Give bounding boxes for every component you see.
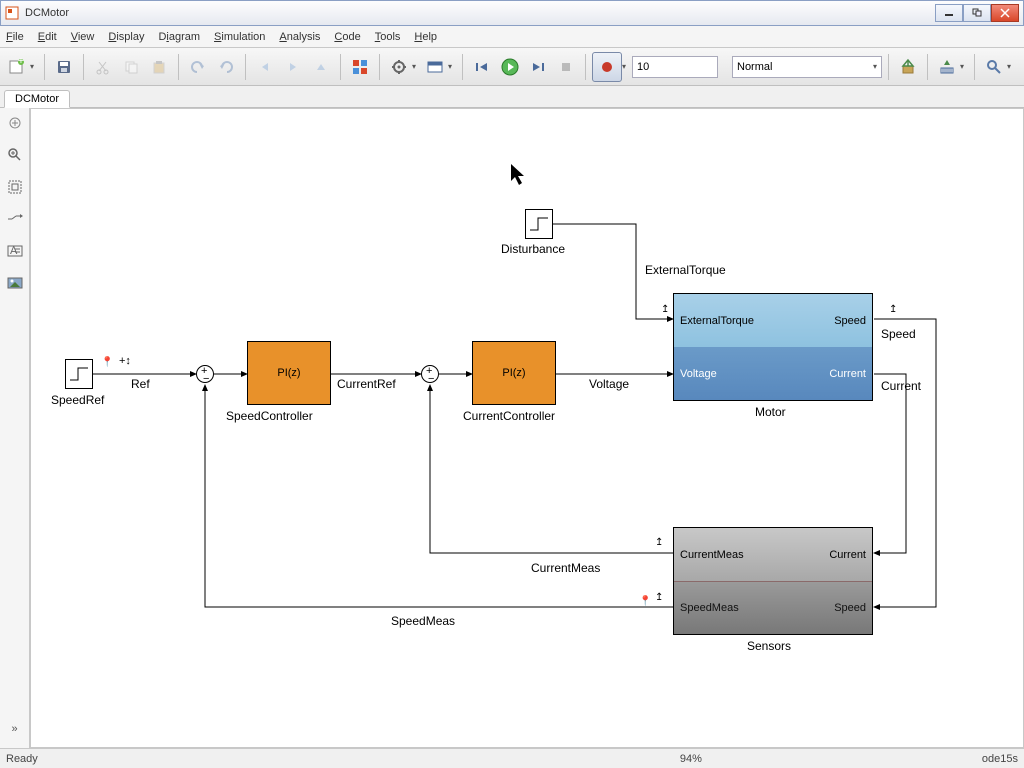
fit-to-view-icon[interactable] [5, 178, 25, 196]
svg-text:+: + [18, 58, 24, 67]
block-motor[interactable]: ExternalTorqueSpeed VoltageCurrent [673, 293, 873, 401]
label-motor: Motor [755, 405, 786, 419]
library-browser-button[interactable] [347, 54, 373, 80]
build-button[interactable] [895, 54, 921, 80]
menu-diagram[interactable]: Diagram [158, 31, 200, 43]
image-icon[interactable] [5, 274, 25, 292]
copy-button[interactable] [118, 54, 144, 80]
new-model-dropdown[interactable]: ▾ [30, 62, 38, 71]
signal-currentmeas: CurrentMeas [531, 561, 600, 575]
menu-analysis[interactable]: Analysis [279, 31, 320, 43]
signal-currentref: CurrentRef [337, 377, 396, 391]
stop-time-input[interactable] [632, 56, 718, 78]
signal-externaltorque: ExternalTorque [645, 263, 726, 277]
zoom-icon[interactable] [5, 146, 25, 164]
menu-bar: File Edit View Display Diagram Simulatio… [0, 26, 1024, 48]
minimize-button[interactable] [935, 4, 963, 22]
close-button[interactable] [991, 4, 1019, 22]
run-button[interactable] [497, 54, 523, 80]
label-currentcontroller: CurrentController [463, 409, 555, 423]
undo-button[interactable] [185, 54, 211, 80]
label-speedcontroller: SpeedController [226, 409, 313, 423]
model-config-button[interactable] [386, 54, 412, 80]
block-disturbance[interactable] [525, 209, 553, 239]
status-ready: Ready [6, 753, 38, 765]
menu-display[interactable]: Display [108, 31, 144, 43]
signal-ref: Ref [131, 377, 150, 391]
svg-text:A: A [10, 245, 18, 257]
signal-speedmeas: SpeedMeas [391, 614, 455, 628]
deploy-button[interactable] [934, 54, 960, 80]
expand-icon[interactable]: » [5, 720, 25, 738]
menu-file[interactable]: File [6, 31, 24, 43]
record-dropdown[interactable]: ▾ [622, 62, 630, 71]
sum-current[interactable]: +− [421, 365, 439, 383]
redo-button[interactable] [213, 54, 239, 80]
port-arrow-icon: ↥ [889, 304, 897, 315]
config-dropdown[interactable]: ▾ [412, 62, 420, 71]
find-button[interactable] [981, 54, 1007, 80]
menu-tools[interactable]: Tools [375, 31, 401, 43]
forward-button[interactable] [280, 54, 306, 80]
label-sensors: Sensors [747, 639, 791, 653]
step-back-button[interactable] [469, 54, 495, 80]
maximize-button[interactable] [963, 4, 991, 22]
signal-voltage: Voltage [589, 377, 629, 391]
port-arrow-icon: ↥ [655, 592, 663, 603]
status-solver: ode15s [982, 753, 1018, 765]
menu-view[interactable]: View [71, 31, 95, 43]
linearize-badge-icon: +↕ [119, 355, 131, 367]
port-arrow-icon: ↥ [655, 537, 663, 548]
logging-badge-icon: 📍 [101, 357, 113, 368]
find-dropdown[interactable]: ▾ [1007, 62, 1015, 71]
menu-edit[interactable]: Edit [38, 31, 57, 43]
palette: A » [0, 108, 30, 748]
label-speedref: SpeedRef [51, 393, 104, 407]
signal-current: Current [881, 379, 921, 393]
label-disturbance: Disturbance [501, 242, 565, 256]
svg-text:−: − [428, 373, 434, 384]
paste-button[interactable] [146, 54, 172, 80]
app-icon [5, 6, 19, 20]
hide-browser-icon[interactable] [5, 114, 25, 132]
record-button[interactable] [592, 52, 622, 82]
back-button[interactable] [252, 54, 278, 80]
canvas[interactable]: SpeedRef 📍 +↕ Ref +− Disturbance Externa… [30, 108, 1024, 748]
title-bar: DCMotor [0, 0, 1024, 26]
menu-help[interactable]: Help [414, 31, 437, 43]
status-zoom: 94% [680, 753, 702, 765]
model-tab[interactable]: DCMotor [4, 90, 70, 108]
tab-bar: DCMotor [0, 86, 1024, 108]
explorer-dropdown[interactable]: ▾ [448, 62, 456, 71]
block-speedref[interactable] [65, 359, 93, 389]
block-speedcontroller[interactable]: PI(z) [247, 341, 331, 405]
sample-time-icon[interactable] [5, 210, 25, 228]
sum-speed[interactable]: +− [196, 365, 214, 383]
block-sensors[interactable]: CurrentMeasCurrent SpeedMeasSpeed [673, 527, 873, 635]
menu-code[interactable]: Code [334, 31, 360, 43]
status-bar: Ready 94% ode15s [0, 748, 1024, 768]
logging-badge-icon: 📍 [639, 596, 651, 607]
cut-button[interactable] [90, 54, 116, 80]
window-title: DCMotor [25, 7, 935, 19]
svg-text:−: − [203, 373, 209, 384]
annotation-icon[interactable]: A [5, 242, 25, 260]
menu-simulation[interactable]: Simulation [214, 31, 265, 43]
port-arrow-icon: ↥ [661, 304, 669, 315]
new-model-button[interactable]: + [4, 54, 30, 80]
toolbar: + ▾ ▾ ▾ ▾ Normal▾ ▾ ▾ [0, 48, 1024, 86]
deploy-dropdown[interactable]: ▾ [960, 62, 968, 71]
signal-speed: Speed [881, 327, 916, 341]
block-currentcontroller[interactable]: PI(z) [472, 341, 556, 405]
mouse-cursor-icon [511, 164, 529, 191]
model-explorer-button[interactable] [422, 54, 448, 80]
simulation-mode-select[interactable]: Normal▾ [732, 56, 882, 78]
save-button[interactable] [51, 54, 77, 80]
step-forward-button[interactable] [525, 54, 551, 80]
stop-button[interactable] [553, 54, 579, 80]
up-button[interactable] [308, 54, 334, 80]
